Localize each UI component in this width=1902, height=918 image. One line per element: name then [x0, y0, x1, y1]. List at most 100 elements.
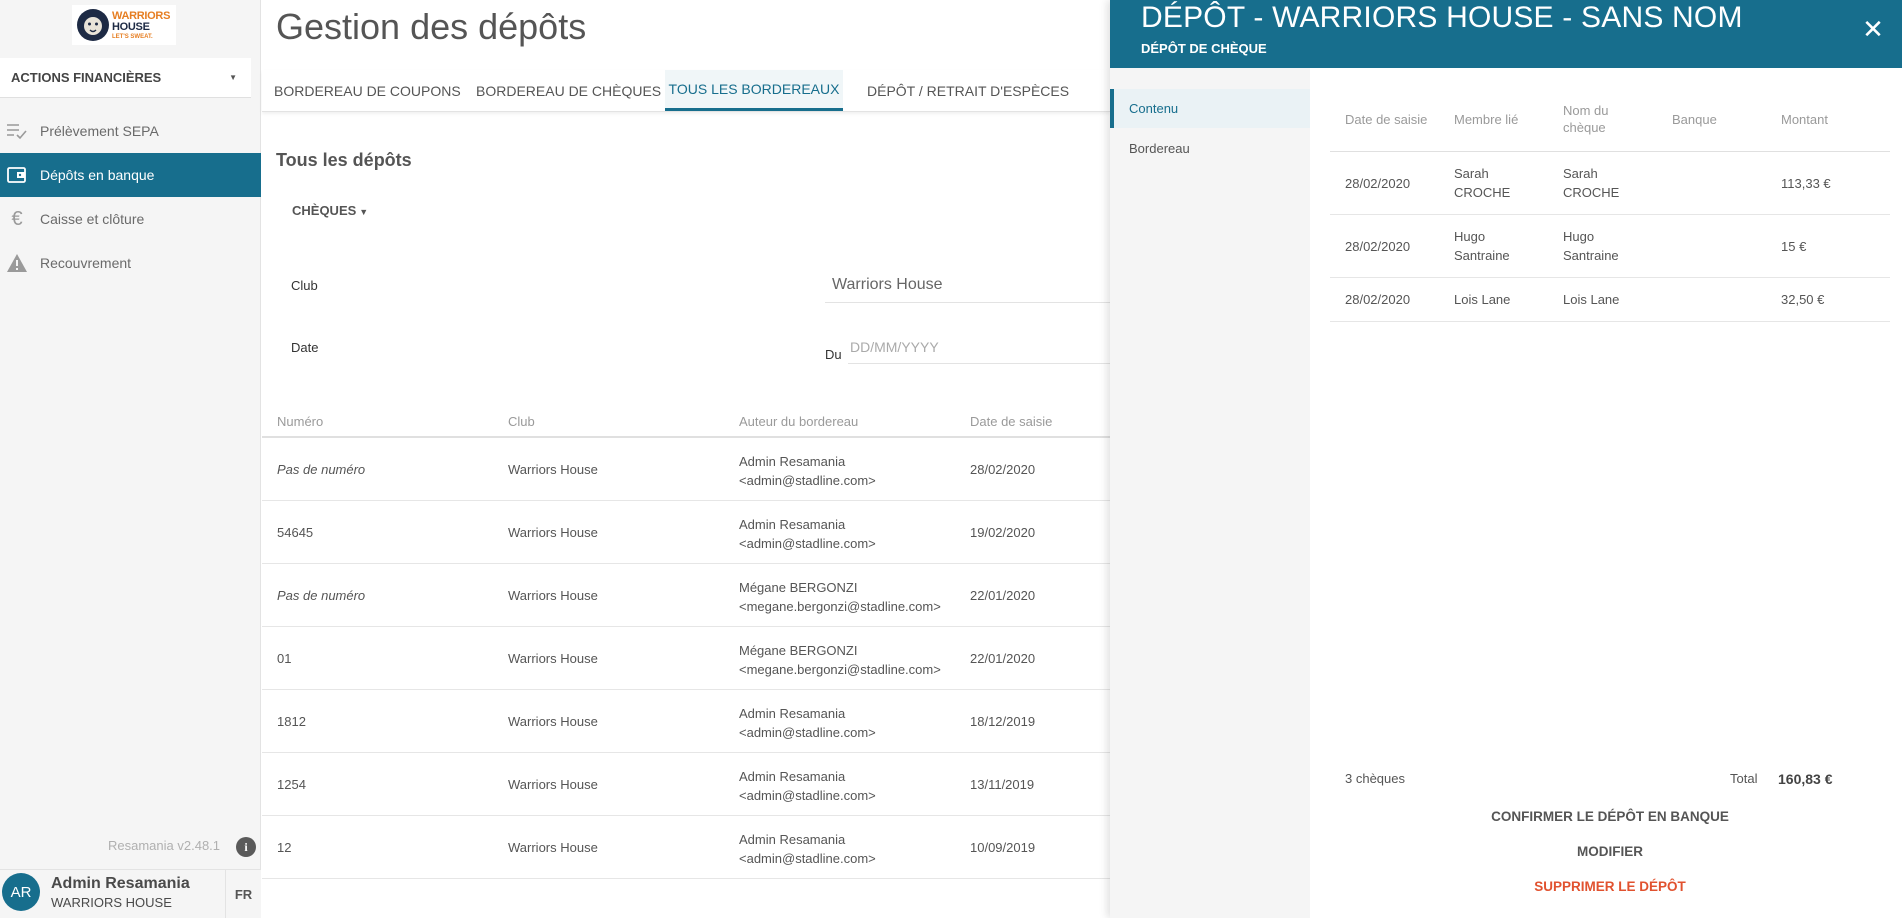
table-row[interactable]: 28/02/2020 Sarah CROCHE Sarah CROCHE 113…	[1330, 152, 1890, 215]
user-name: Admin Resamania	[51, 875, 190, 892]
financial-actions-select[interactable]: ACTIONS FINANCIÈRES ▼	[0, 58, 251, 98]
sidebar-item-cash-register[interactable]: € Caisse et clôture	[0, 197, 261, 241]
confirm-deposit-button[interactable]: CONFIRMER LE DÉPÔT EN BANQUE	[1330, 809, 1890, 824]
column-header-entry-date: Date de saisie	[1345, 112, 1428, 127]
table-row[interactable]: Pas de numéro Warriors House Admin Resam…	[262, 438, 1110, 501]
avatar[interactable]: AR	[2, 873, 40, 911]
deposit-detail-panel: DÉPÔT - WARRIORS HOUSE - SANS NOM DÉPÔT …	[1110, 0, 1902, 918]
deposit-number: Pas de numéro	[277, 588, 366, 603]
sidebar-item-label: Prélèvement SEPA	[40, 123, 159, 139]
table-row[interactable]: 1254 Warriors House Admin Resamania <admi…	[262, 753, 1110, 816]
language-switcher[interactable]: FR	[225, 870, 261, 918]
author-email: <megane.bergonzi@stadline.com>	[739, 662, 941, 677]
deposit-club: Warriors House	[508, 462, 598, 477]
modify-button[interactable]: MODIFIER	[1330, 844, 1890, 859]
table-row[interactable]: 28/02/2020 Hugo Santraine Hugo Santraine…	[1330, 215, 1890, 278]
total-label: Total	[1730, 771, 1758, 786]
deposit-club: Warriors House	[508, 588, 598, 603]
deposit-number: 12	[277, 840, 292, 855]
column-header-club[interactable]: Club	[508, 414, 535, 429]
caret-down-icon: ▼	[359, 207, 369, 217]
date-field-underline	[848, 363, 1110, 364]
cheque-member: Lois Lane	[1454, 292, 1511, 307]
author-name: Mégane BERGONZI	[739, 643, 858, 658]
club-filter-label: Club	[291, 278, 318, 293]
cheque-count: 3 chèques	[1345, 771, 1405, 786]
cheque-member: Sarah CROCHE	[1454, 166, 1511, 200]
table-row[interactable]: 1812 Warriors House Admin Resamania <admi…	[262, 690, 1110, 753]
close-icon[interactable]: ✕	[1858, 14, 1888, 44]
author-email: <megane.bergonzi@stadline.com>	[739, 599, 941, 614]
club-filter-value[interactable]: Warriors House	[832, 276, 943, 294]
deposit-club: Warriors House	[508, 651, 598, 666]
warning-icon	[6, 252, 28, 274]
author-email: <admin@stadline.com>	[739, 473, 876, 488]
panel-subtitle: DÉPÔT DE CHÈQUE	[1141, 41, 1267, 56]
section-title: Tous les dépôts	[276, 150, 412, 170]
total-amount: 160,83 €	[1778, 771, 1833, 787]
info-icon[interactable]: i	[236, 837, 256, 857]
panel-tab-slip[interactable]: Bordereau	[1110, 129, 1310, 168]
user-profile[interactable]: AR Admin Resamania WARRIORS HOUSE FR	[0, 869, 261, 918]
sidebar-item-label: Caisse et clôture	[40, 211, 145, 227]
column-header-number[interactable]: Numéro	[277, 414, 323, 429]
caret-down-icon: ▼	[229, 73, 237, 82]
tab-coupon-slips[interactable]: BORDEREAU DE COUPONS	[264, 70, 471, 111]
author-email: <admin@stadline.com>	[739, 788, 876, 803]
table-row[interactable]: 01 Warriors House Mégane BERGONZI <megane…	[262, 627, 1110, 690]
deposit-date: 18/12/2019	[970, 714, 1036, 729]
tab-cheque-slips[interactable]: BORDEREAU DE CHÈQUES	[466, 70, 671, 111]
tab-cash-deposit-withdrawal[interactable]: DÉPÔT / RETRAIT D'ESPÈCES	[857, 70, 1079, 111]
cheques-table-header: Date de saisie Membre lié Nom du chèque …	[1330, 100, 1890, 152]
deposit-number: Pas de numéro	[277, 462, 366, 477]
euro-icon: €	[11, 207, 23, 230]
deposit-date: 28/02/2020	[970, 462, 1036, 477]
date-filter-label: Date	[291, 340, 319, 355]
deposit-number: 1254	[277, 777, 306, 792]
author-name: Admin Resamania	[739, 706, 846, 721]
page-title: Gestion des dépôts	[276, 6, 587, 47]
author-name: Admin Resamania	[739, 769, 846, 784]
cheque-name: Sarah CROCHE	[1563, 166, 1620, 200]
sidebar-item-recovery[interactable]: Recouvrement	[0, 241, 261, 285]
panel-tab-content[interactable]: Contenu	[1110, 89, 1310, 128]
column-header-amount: Montant	[1781, 112, 1828, 127]
cheque-amount: 32,50 €	[1781, 292, 1825, 307]
column-header-author[interactable]: Auteur du bordereau	[739, 414, 858, 429]
sidebar-item-sepa[interactable]: Prélèvement SEPA	[0, 109, 261, 153]
panel-header: DÉPÔT - WARRIORS HOUSE - SANS NOM DÉPÔT …	[1110, 0, 1902, 68]
column-header-cheque-name: Nom du chèque	[1563, 103, 1609, 135]
column-header-member: Membre lié	[1454, 112, 1519, 127]
deposit-date: 19/02/2020	[970, 525, 1036, 540]
logo-line1: WARRIORS	[112, 9, 171, 22]
warriors-house-logo[interactable]: WARRIORS HOUSE LET'S SWEAT.	[72, 5, 176, 45]
cheque-amount: 15 €	[1781, 239, 1807, 254]
table-row[interactable]: 54645 Warriors House Admin Resamania <adm…	[262, 501, 1110, 564]
cheque-date: 28/02/2020	[1345, 292, 1411, 307]
deposit-author: Admin Resamania <admin@stadline.com>	[739, 515, 876, 553]
sidebar-item-label: Recouvrement	[40, 255, 132, 271]
column-header-bank: Banque	[1672, 112, 1717, 127]
table-row[interactable]: Pas de numéro Warriors House Mégane BERG…	[262, 564, 1110, 627]
cheque-amount: 113,33 €	[1781, 176, 1831, 191]
tab-bar: BORDEREAU DE COUPONS BORDEREAU DE CHÈQUE…	[262, 70, 1110, 112]
club-field-underline	[825, 302, 1110, 303]
deposit-date: 22/01/2020	[970, 651, 1036, 666]
sidebar-item-bank-deposits[interactable]: Dépôts en banque	[0, 153, 261, 197]
deposit-author: Mégane BERGONZI <megane.bergonzi@stadline…	[739, 578, 941, 616]
date-from-label: Du	[825, 347, 842, 362]
deposit-type-dropdown[interactable]: CHÈQUES ▼	[292, 203, 368, 218]
cheque-date: 28/02/2020	[1345, 239, 1411, 254]
table-row[interactable]: 28/02/2020 Lois Lane Lois Lane 32,50 €	[1330, 278, 1890, 322]
column-header-date[interactable]: Date de saisie	[970, 414, 1052, 429]
main-content: Gestion des dépôts BORDEREAU DE COUPONS …	[262, 0, 1110, 918]
tab-all-slips[interactable]: TOUS LES BORDEREAUX	[665, 70, 843, 111]
delete-deposit-button[interactable]: SUPPRIMER LE DÉPÔT	[1330, 879, 1890, 894]
panel-title: DÉPÔT - WARRIORS HOUSE - SANS NOM	[1141, 1, 1743, 34]
table-row[interactable]: 12 Warriors House Admin Resamania <admin@…	[262, 816, 1110, 879]
date-from-input[interactable]	[850, 339, 1050, 355]
author-email: <admin@stadline.com>	[739, 851, 876, 866]
financial-actions-label: ACTIONS FINANCIÈRES	[11, 70, 162, 85]
cheque-name: Lois Lane	[1563, 292, 1620, 307]
deposit-number: 54645	[277, 525, 314, 540]
